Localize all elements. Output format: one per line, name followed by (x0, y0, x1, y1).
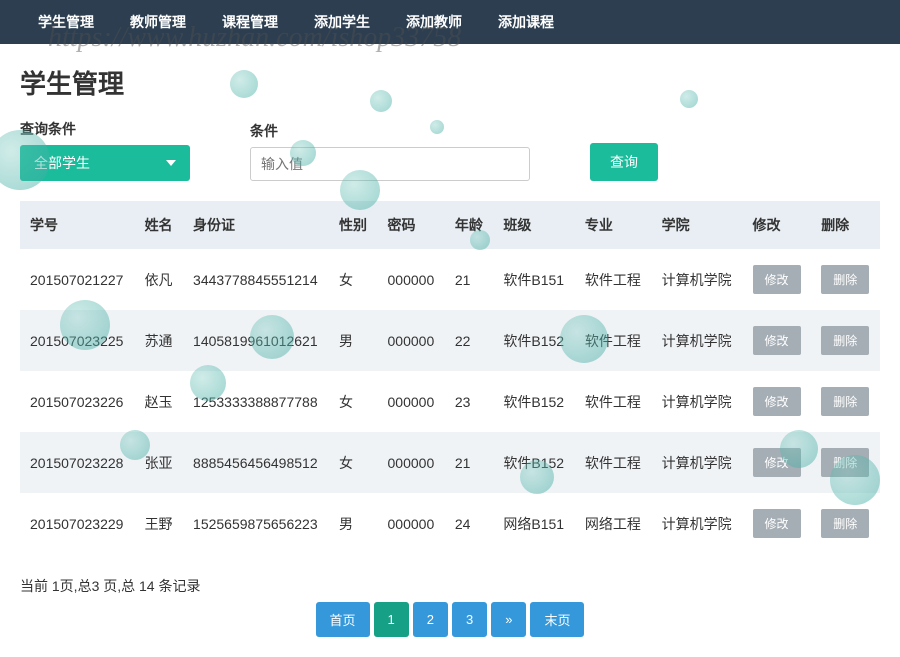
page-1[interactable]: 1 (374, 602, 409, 637)
dropdown-value: 全部学生 (34, 153, 90, 173)
delete-button[interactable]: 删除 (821, 509, 869, 538)
table-row: 201507023226赵玉1253333388877788女00000023软… (20, 371, 880, 432)
cell-name: 依凡 (135, 249, 183, 310)
delete-button[interactable]: 删除 (821, 326, 869, 355)
delete-button[interactable]: 删除 (821, 265, 869, 294)
cell-major: 软件工程 (575, 371, 652, 432)
nav-item-1[interactable]: 教师管理 (112, 0, 204, 44)
nav-item-5[interactable]: 添加课程 (480, 0, 572, 44)
column-header: 删除 (811, 201, 880, 249)
nav-item-3[interactable]: 添加学生 (296, 0, 388, 44)
cell-gender: 女 (329, 432, 377, 493)
cell-pwd: 000000 (378, 432, 445, 493)
cell-pwd: 000000 (378, 371, 445, 432)
student-table: 学号姓名身份证性别密码年龄班级专业学院修改删除 201507021227依凡34… (20, 201, 880, 554)
cell-age: 23 (445, 371, 493, 432)
nav-item-2[interactable]: 课程管理 (204, 0, 296, 44)
cell-college: 计算机学院 (652, 432, 743, 493)
filter-input[interactable] (250, 147, 530, 181)
table-row: 201507023229王野1525659875656223男00000024网… (20, 493, 880, 554)
table-row: 201507021227依凡3443778845551214女00000021软… (20, 249, 880, 310)
cell-id: 201507023228 (20, 432, 135, 493)
column-header: 班级 (493, 201, 575, 249)
cell-idcard: 1405819961012621 (183, 310, 329, 371)
edit-button[interactable]: 修改 (753, 326, 801, 355)
cell-age: 24 (445, 493, 493, 554)
table-row: 201507023225苏通1405819961012621男00000022软… (20, 310, 880, 371)
cell-gender: 男 (329, 310, 377, 371)
page-last[interactable]: 末页 (530, 602, 584, 637)
column-header: 学院 (652, 201, 743, 249)
delete-button[interactable]: 删除 (821, 387, 869, 416)
cell-pwd: 000000 (378, 249, 445, 310)
cell-id: 201507023226 (20, 371, 135, 432)
cell-age: 22 (445, 310, 493, 371)
filter-label-value: 条件 (250, 121, 530, 141)
column-header: 身份证 (183, 201, 329, 249)
cell-class: 软件B152 (493, 371, 575, 432)
page-title: 学生管理 (20, 64, 880, 101)
edit-button[interactable]: 修改 (753, 509, 801, 538)
cell-class: 软件B152 (493, 432, 575, 493)
edit-button[interactable]: 修改 (753, 448, 801, 477)
cell-major: 软件工程 (575, 432, 652, 493)
cell-pwd: 000000 (378, 310, 445, 371)
filter-dropdown[interactable]: 全部学生 (20, 145, 190, 181)
pagination: 首页123»末页 (20, 602, 880, 637)
query-button[interactable]: 查询 (590, 143, 658, 181)
cell-id: 201507023225 (20, 310, 135, 371)
cell-gender: 男 (329, 493, 377, 554)
page-first[interactable]: 首页 (316, 602, 370, 637)
cell-college: 计算机学院 (652, 310, 743, 371)
filter-label-condition: 查询条件 (20, 119, 190, 139)
column-header: 性别 (329, 201, 377, 249)
cell-class: 软件B152 (493, 310, 575, 371)
nav-item-4[interactable]: 添加教师 (388, 0, 480, 44)
cell-pwd: 000000 (378, 493, 445, 554)
cell-idcard: 8885456456498512 (183, 432, 329, 493)
cell-major: 软件工程 (575, 310, 652, 371)
column-header: 姓名 (135, 201, 183, 249)
cell-age: 21 (445, 432, 493, 493)
cell-major: 网络工程 (575, 493, 652, 554)
cell-idcard: 3443778845551214 (183, 249, 329, 310)
page-2[interactable]: 2 (413, 602, 448, 637)
cell-name: 苏通 (135, 310, 183, 371)
page-3[interactable]: 3 (452, 602, 487, 637)
nav-item-0[interactable]: 学生管理 (20, 0, 112, 44)
table-row: 201507023228张亚8885456456498512女00000021软… (20, 432, 880, 493)
cell-id: 201507021227 (20, 249, 135, 310)
edit-button[interactable]: 修改 (753, 387, 801, 416)
cell-age: 21 (445, 249, 493, 310)
cell-idcard: 1525659875656223 (183, 493, 329, 554)
cell-name: 赵玉 (135, 371, 183, 432)
top-nav: 学生管理教师管理课程管理添加学生添加教师添加课程 (0, 0, 900, 44)
cell-class: 软件B151 (493, 249, 575, 310)
column-header: 密码 (378, 201, 445, 249)
column-header: 专业 (575, 201, 652, 249)
cell-class: 网络B151 (493, 493, 575, 554)
filter-row: 查询条件 全部学生 条件 查询 (20, 119, 880, 181)
cell-name: 王野 (135, 493, 183, 554)
cell-college: 计算机学院 (652, 371, 743, 432)
cell-name: 张亚 (135, 432, 183, 493)
delete-button[interactable]: 删除 (821, 448, 869, 477)
cell-gender: 女 (329, 249, 377, 310)
pagination-info: 当前 1页,总3 页,总 14 条记录 (20, 576, 880, 596)
cell-college: 计算机学院 (652, 493, 743, 554)
edit-button[interactable]: 修改 (753, 265, 801, 294)
cell-college: 计算机学院 (652, 249, 743, 310)
page-next[interactable]: » (491, 602, 526, 637)
column-header: 学号 (20, 201, 135, 249)
cell-gender: 女 (329, 371, 377, 432)
cell-idcard: 1253333388877788 (183, 371, 329, 432)
chevron-down-icon (166, 160, 176, 166)
column-header: 修改 (743, 201, 812, 249)
column-header: 年龄 (445, 201, 493, 249)
cell-id: 201507023229 (20, 493, 135, 554)
cell-major: 软件工程 (575, 249, 652, 310)
